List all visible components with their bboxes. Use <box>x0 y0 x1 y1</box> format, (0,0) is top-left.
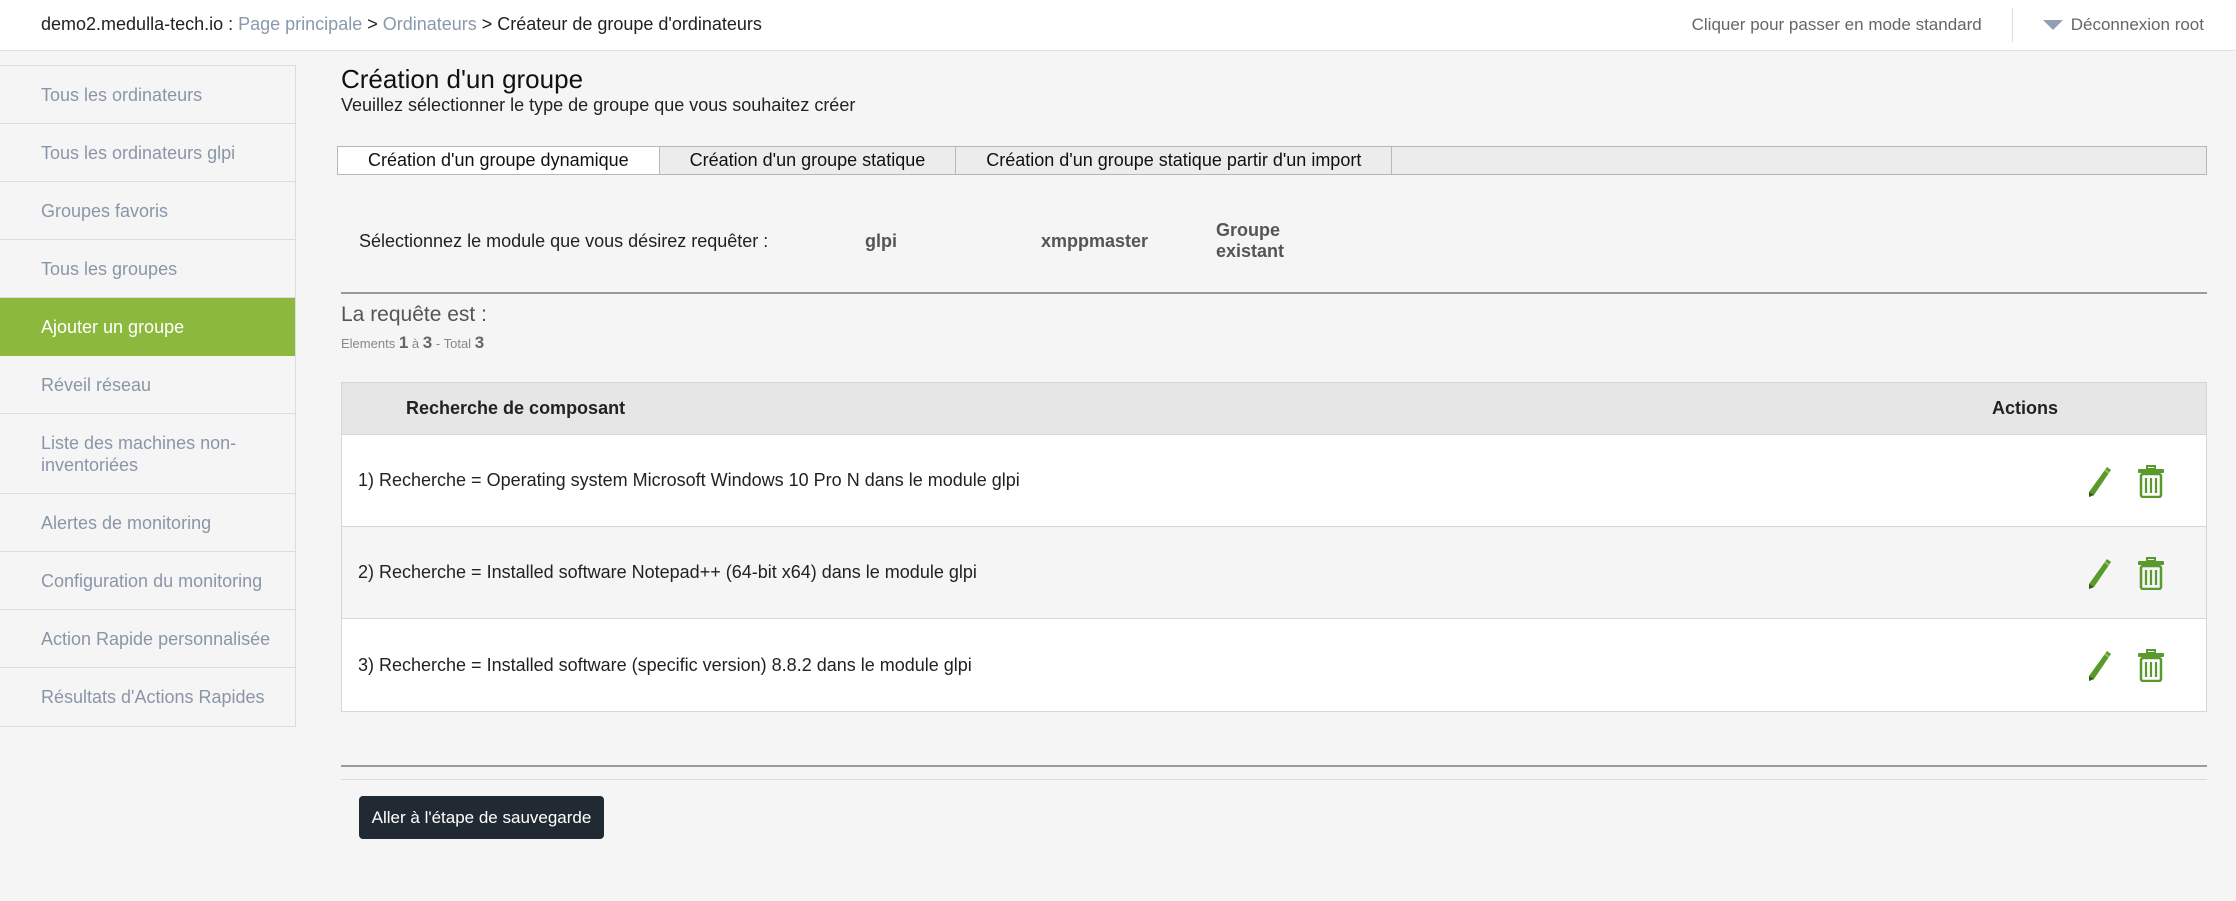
sidebar-item-all-groups[interactable]: Tous les groupes <box>0 240 295 298</box>
elements-to: 3 <box>422 333 433 352</box>
breadcrumb-sep: > <box>476 14 498 34</box>
elements-label: Elements <box>341 336 396 351</box>
trash-icon[interactable] <box>2136 557 2166 590</box>
table-row: 2) Recherche = Installed software Notepa… <box>342 527 2206 619</box>
trash-icon[interactable] <box>2136 465 2166 498</box>
table-header: Recherche de composant Actions <box>342 383 2206 435</box>
breadcrumb-home-link[interactable]: Page principale <box>238 14 362 34</box>
top-right-controls: Cliquer pour passer en mode standard Déc… <box>1692 0 2236 50</box>
group-type-tabs: Création d'un groupe dynamique Création … <box>337 146 2207 175</box>
elements-from: 1 <box>398 333 409 352</box>
sidebar-item-add-group[interactable]: Ajouter un groupe <box>0 298 295 356</box>
divider <box>341 779 2207 780</box>
sidebar-item-quick-action-results[interactable]: Résultats d'Actions Rapides <box>0 668 295 726</box>
criterion-text: 3) Recherche = Installed software (speci… <box>358 654 972 675</box>
sidebar: Tous les ordinateurs Tous les ordinateur… <box>0 65 296 727</box>
module-option-existing-group[interactable]: Groupe existant <box>1216 220 1284 262</box>
sidebar-item-all-computers[interactable]: Tous les ordinateurs <box>0 66 295 124</box>
breadcrumb-computers-link[interactable]: Ordinateurs <box>383 14 477 34</box>
sidebar-item-favorite-groups[interactable]: Groupes favoris <box>0 182 295 240</box>
standard-mode-link[interactable]: Cliquer pour passer en mode standard <box>1692 15 2012 35</box>
tab-dynamic-group[interactable]: Création d'un groupe dynamique <box>338 147 660 174</box>
module-option-glpi[interactable]: glpi <box>865 231 1041 252</box>
criteria-table: Recherche de composant Actions 1) Recher… <box>341 382 2207 712</box>
existing-group-line2: existant <box>1216 241 1285 261</box>
divider <box>341 765 2207 767</box>
column-header-component-search: Recherche de composant <box>406 398 626 418</box>
total-label: Total <box>443 336 472 351</box>
divider <box>341 292 2207 294</box>
logout-label: Déconnexion root <box>2070 15 2204 34</box>
page-title: Création d'un groupe <box>341 64 584 94</box>
request-title: La requête est : <box>341 303 487 326</box>
table-row: 1) Recherche = Operating system Microsof… <box>342 435 2206 527</box>
module-selector: Sélectionnez le module que vous désirez … <box>359 220 1284 262</box>
breadcrumb-current: Créateur de groupe d'ordinateurs <box>497 14 762 34</box>
sidebar-item-custom-quick-action[interactable]: Action Rapide personnalisée <box>0 610 295 668</box>
logout-link[interactable]: Déconnexion root <box>2013 15 2236 35</box>
module-selector-label: Sélectionnez le module que vous désirez … <box>359 230 769 251</box>
sidebar-item-uninventoried-machines[interactable]: Liste des machines non-inventoriées <box>0 414 295 494</box>
elements-to-label: à <box>411 336 420 351</box>
breadcrumb-host: demo2.medulla-tech.io <box>41 14 224 34</box>
go-to-save-step-button[interactable]: Aller à l'étape de sauvegarde <box>359 796 604 839</box>
module-option-xmppmaster[interactable]: xmppmaster <box>1041 231 1216 252</box>
criterion-text: 2) Recherche = Installed software Notepa… <box>358 562 977 582</box>
top-bar: demo2.medulla-tech.io : Page principale … <box>0 0 2236 51</box>
page-subtitle: Veuillez sélectionner le type de groupe … <box>341 95 856 115</box>
total-sep: - <box>435 336 441 351</box>
criterion-text: 1) Recherche = Operating system Microsof… <box>358 470 1020 490</box>
sidebar-item-monitoring-config[interactable]: Configuration du monitoring <box>0 552 295 610</box>
pencil-icon[interactable] <box>2085 649 2113 683</box>
breadcrumb-host-sep: : <box>223 14 239 34</box>
sidebar-item-all-computers-glpi[interactable]: Tous les ordinateurs glpi <box>0 124 295 182</box>
tab-static-group[interactable]: Création d'un groupe statique <box>660 147 957 174</box>
caret-down-icon <box>2042 20 2063 30</box>
breadcrumb: demo2.medulla-tech.io : Page principale … <box>41 14 762 35</box>
pencil-icon[interactable] <box>2085 465 2113 499</box>
existing-group-line1: Groupe <box>1216 220 1281 240</box>
sidebar-item-monitoring-alerts[interactable]: Alertes de monitoring <box>0 494 295 552</box>
request-pagination: Elements 1 à 3 - Total 3 <box>341 333 484 353</box>
total-count: 3 <box>474 333 485 352</box>
breadcrumb-sep: > <box>362 14 383 34</box>
trash-icon[interactable] <box>2136 649 2166 682</box>
table-row: 3) Recherche = Installed software (speci… <box>342 619 2206 711</box>
sidebar-item-wake-on-lan[interactable]: Réveil réseau <box>0 356 295 414</box>
pencil-icon[interactable] <box>2085 557 2113 591</box>
tab-static-group-import[interactable]: Création d'un groupe statique partir d'u… <box>956 147 1393 174</box>
column-header-actions: Actions <box>1992 398 2059 418</box>
